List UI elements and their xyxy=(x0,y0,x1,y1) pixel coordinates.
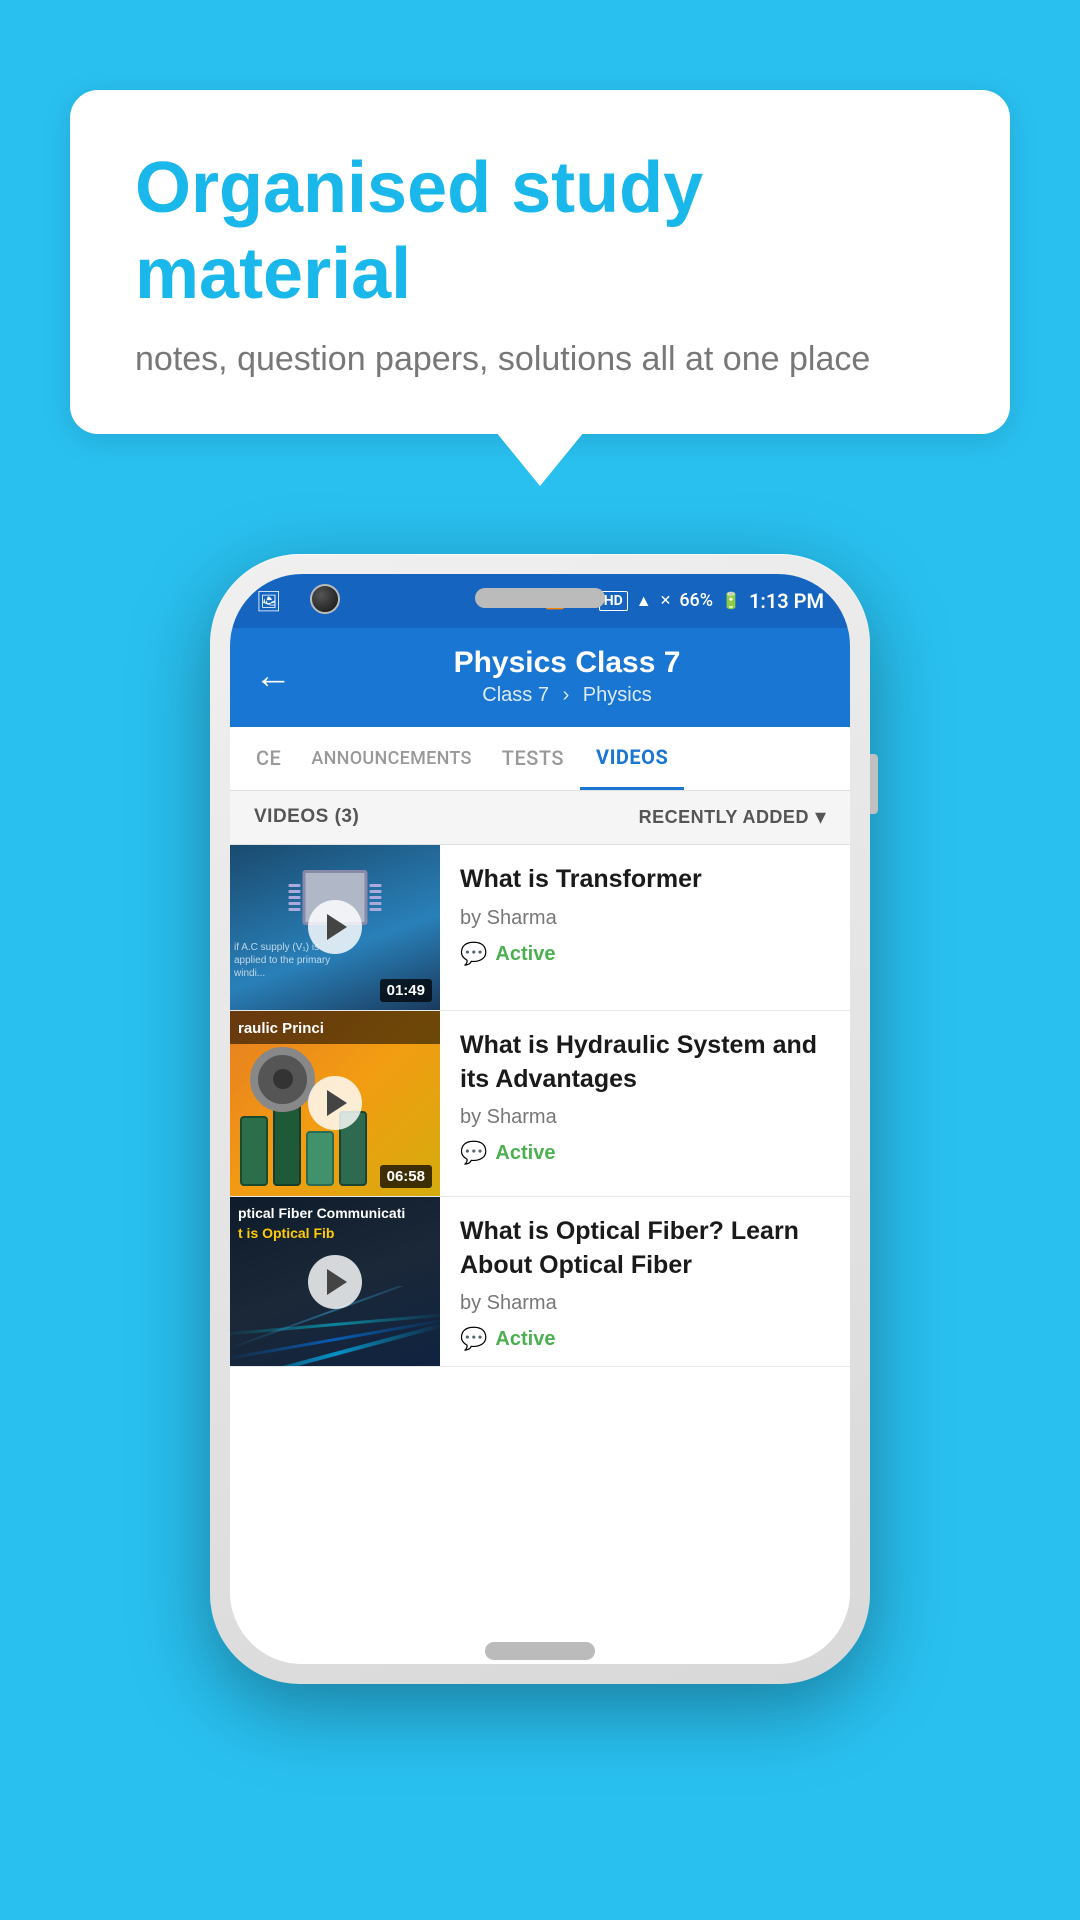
video-author-2: by Sharma xyxy=(460,1106,830,1129)
home-indicator xyxy=(485,1642,595,1660)
play-icon-1 xyxy=(327,914,347,940)
video-item-1[interactable]: if A.C supply (V₁) is applied to the pri… xyxy=(230,845,850,1011)
sort-label: RECENTLY ADDED xyxy=(639,807,809,828)
subtitle-sep: › xyxy=(563,684,570,706)
video-info-2: What is Hydraulic System and its Advanta… xyxy=(440,1011,850,1196)
battery-text: 66% xyxy=(679,590,713,611)
bubble-subtitle: notes, question papers, solutions all at… xyxy=(135,340,945,379)
tab-videos[interactable]: VIDEOS xyxy=(580,727,684,790)
chat-icon-2: 💬 xyxy=(460,1141,487,1166)
hyd-title-text: raulic Princi xyxy=(238,1020,324,1037)
status-left: 🖼 xyxy=(256,589,281,613)
video-author-3: by Sharma xyxy=(460,1292,830,1315)
camera-lens xyxy=(310,584,340,614)
chat-icon-3: 💬 xyxy=(460,1327,487,1352)
subtitle-subject: Physics xyxy=(583,684,652,706)
video-status-2: 💬 Active xyxy=(460,1141,830,1166)
duration-2: 06:58 xyxy=(380,1165,432,1188)
app-bar-title: Physics Class 7 xyxy=(308,646,826,680)
bubble-title: Organised study material xyxy=(135,145,945,318)
optical-line2: t is Optical Fib xyxy=(238,1225,432,1241)
video-status-3: 💬 Active xyxy=(460,1327,830,1352)
chat-icon-1: 💬 xyxy=(460,942,487,967)
tab-announcements[interactable]: ANNOUNCEMENTS xyxy=(297,730,485,787)
video-status-1: 💬 Active xyxy=(460,942,830,967)
video-title-2: What is Hydraulic System and its Advanta… xyxy=(460,1029,830,1097)
videos-count: VIDEOS (3) xyxy=(254,806,359,828)
top-section: Organised study material notes, question… xyxy=(0,0,1080,434)
play-icon-2 xyxy=(327,1090,347,1116)
tabs-bar: CE ANNOUNCEMENTS TESTS VIDEOS xyxy=(230,727,850,791)
subtitle-class: Class 7 xyxy=(482,684,549,706)
active-label-2: Active xyxy=(495,1142,555,1165)
duration-1: 01:49 xyxy=(380,979,432,1002)
bubble-tail xyxy=(496,432,584,486)
active-label-3: Active xyxy=(495,1328,555,1351)
app-bar-subtitle: Class 7 › Physics xyxy=(308,684,826,707)
video-item-3[interactable]: ptical Fiber Communicati t is Optical Fi… xyxy=(230,1197,850,1368)
photo-icon: 🖼 xyxy=(256,589,281,613)
videos-header: VIDEOS (3) RECENTLY ADDED ▾ xyxy=(230,791,850,845)
sort-button[interactable]: RECENTLY ADDED ▾ xyxy=(639,805,826,830)
time-display: 1:13 PM xyxy=(749,589,824,613)
play-icon-3 xyxy=(327,1269,347,1295)
optical-line1: ptical Fiber Communicati xyxy=(238,1205,432,1221)
video-info-3: What is Optical Fiber? Learn About Optic… xyxy=(440,1197,850,1367)
back-button[interactable]: ← xyxy=(254,657,292,695)
active-label-1: Active xyxy=(495,943,555,966)
speech-bubble: Organised study material notes, question… xyxy=(70,90,1010,434)
video-item-2[interactable]: raulic Princi xyxy=(230,1011,850,1197)
video-title-1: What is Transformer xyxy=(460,863,830,897)
tab-ce[interactable]: CE xyxy=(240,728,297,788)
phone-speaker xyxy=(475,588,605,608)
phone-screen: 🖼 ✱ 📶 📳 HD ▲ ✕ 66% 🔋 1:13 PM xyxy=(230,574,850,1664)
app-bar-title-group: Physics Class 7 Class 7 › Physics xyxy=(308,646,826,707)
video-title-3: What is Optical Fiber? Learn About Optic… xyxy=(460,1215,830,1283)
hyd-header: raulic Princi xyxy=(230,1011,440,1044)
app-bar: ← Physics Class 7 Class 7 › Physics xyxy=(230,628,850,727)
phone-outer: 🖼 ✱ 📶 📳 HD ▲ ✕ 66% 🔋 1:13 PM xyxy=(210,554,870,1684)
play-button-3[interactable] xyxy=(308,1255,362,1309)
play-button-1[interactable] xyxy=(308,900,362,954)
video-author-1: by Sharma xyxy=(460,907,830,930)
play-button-2[interactable] xyxy=(308,1076,362,1130)
sort-chevron-icon: ▾ xyxy=(815,805,826,830)
tab-tests[interactable]: TESTS xyxy=(486,728,580,788)
optical-overlay-text: ptical Fiber Communicati t is Optical Fi… xyxy=(230,1197,440,1249)
page-background: Organised study material notes, question… xyxy=(0,0,1080,1920)
side-button xyxy=(870,754,878,814)
wifi-icon: ▲ xyxy=(636,591,652,611)
video-thumb-1: if A.C supply (V₁) is applied to the pri… xyxy=(230,845,440,1010)
video-thumb-2: raulic Princi xyxy=(230,1011,440,1196)
video-list: if A.C supply (V₁) is applied to the pri… xyxy=(230,845,850,1664)
battery-icon: 🔋 xyxy=(721,591,741,610)
video-thumb-3: ptical Fiber Communicati t is Optical Fi… xyxy=(230,1197,440,1367)
video-info-1: What is Transformer by Sharma 💬 Active xyxy=(440,845,850,1010)
network-icon: ✕ xyxy=(660,593,672,609)
hyd-gear xyxy=(250,1047,315,1112)
phone-wrapper: 🖼 ✱ 📶 📳 HD ▲ ✕ 66% 🔋 1:13 PM xyxy=(0,554,1080,1684)
